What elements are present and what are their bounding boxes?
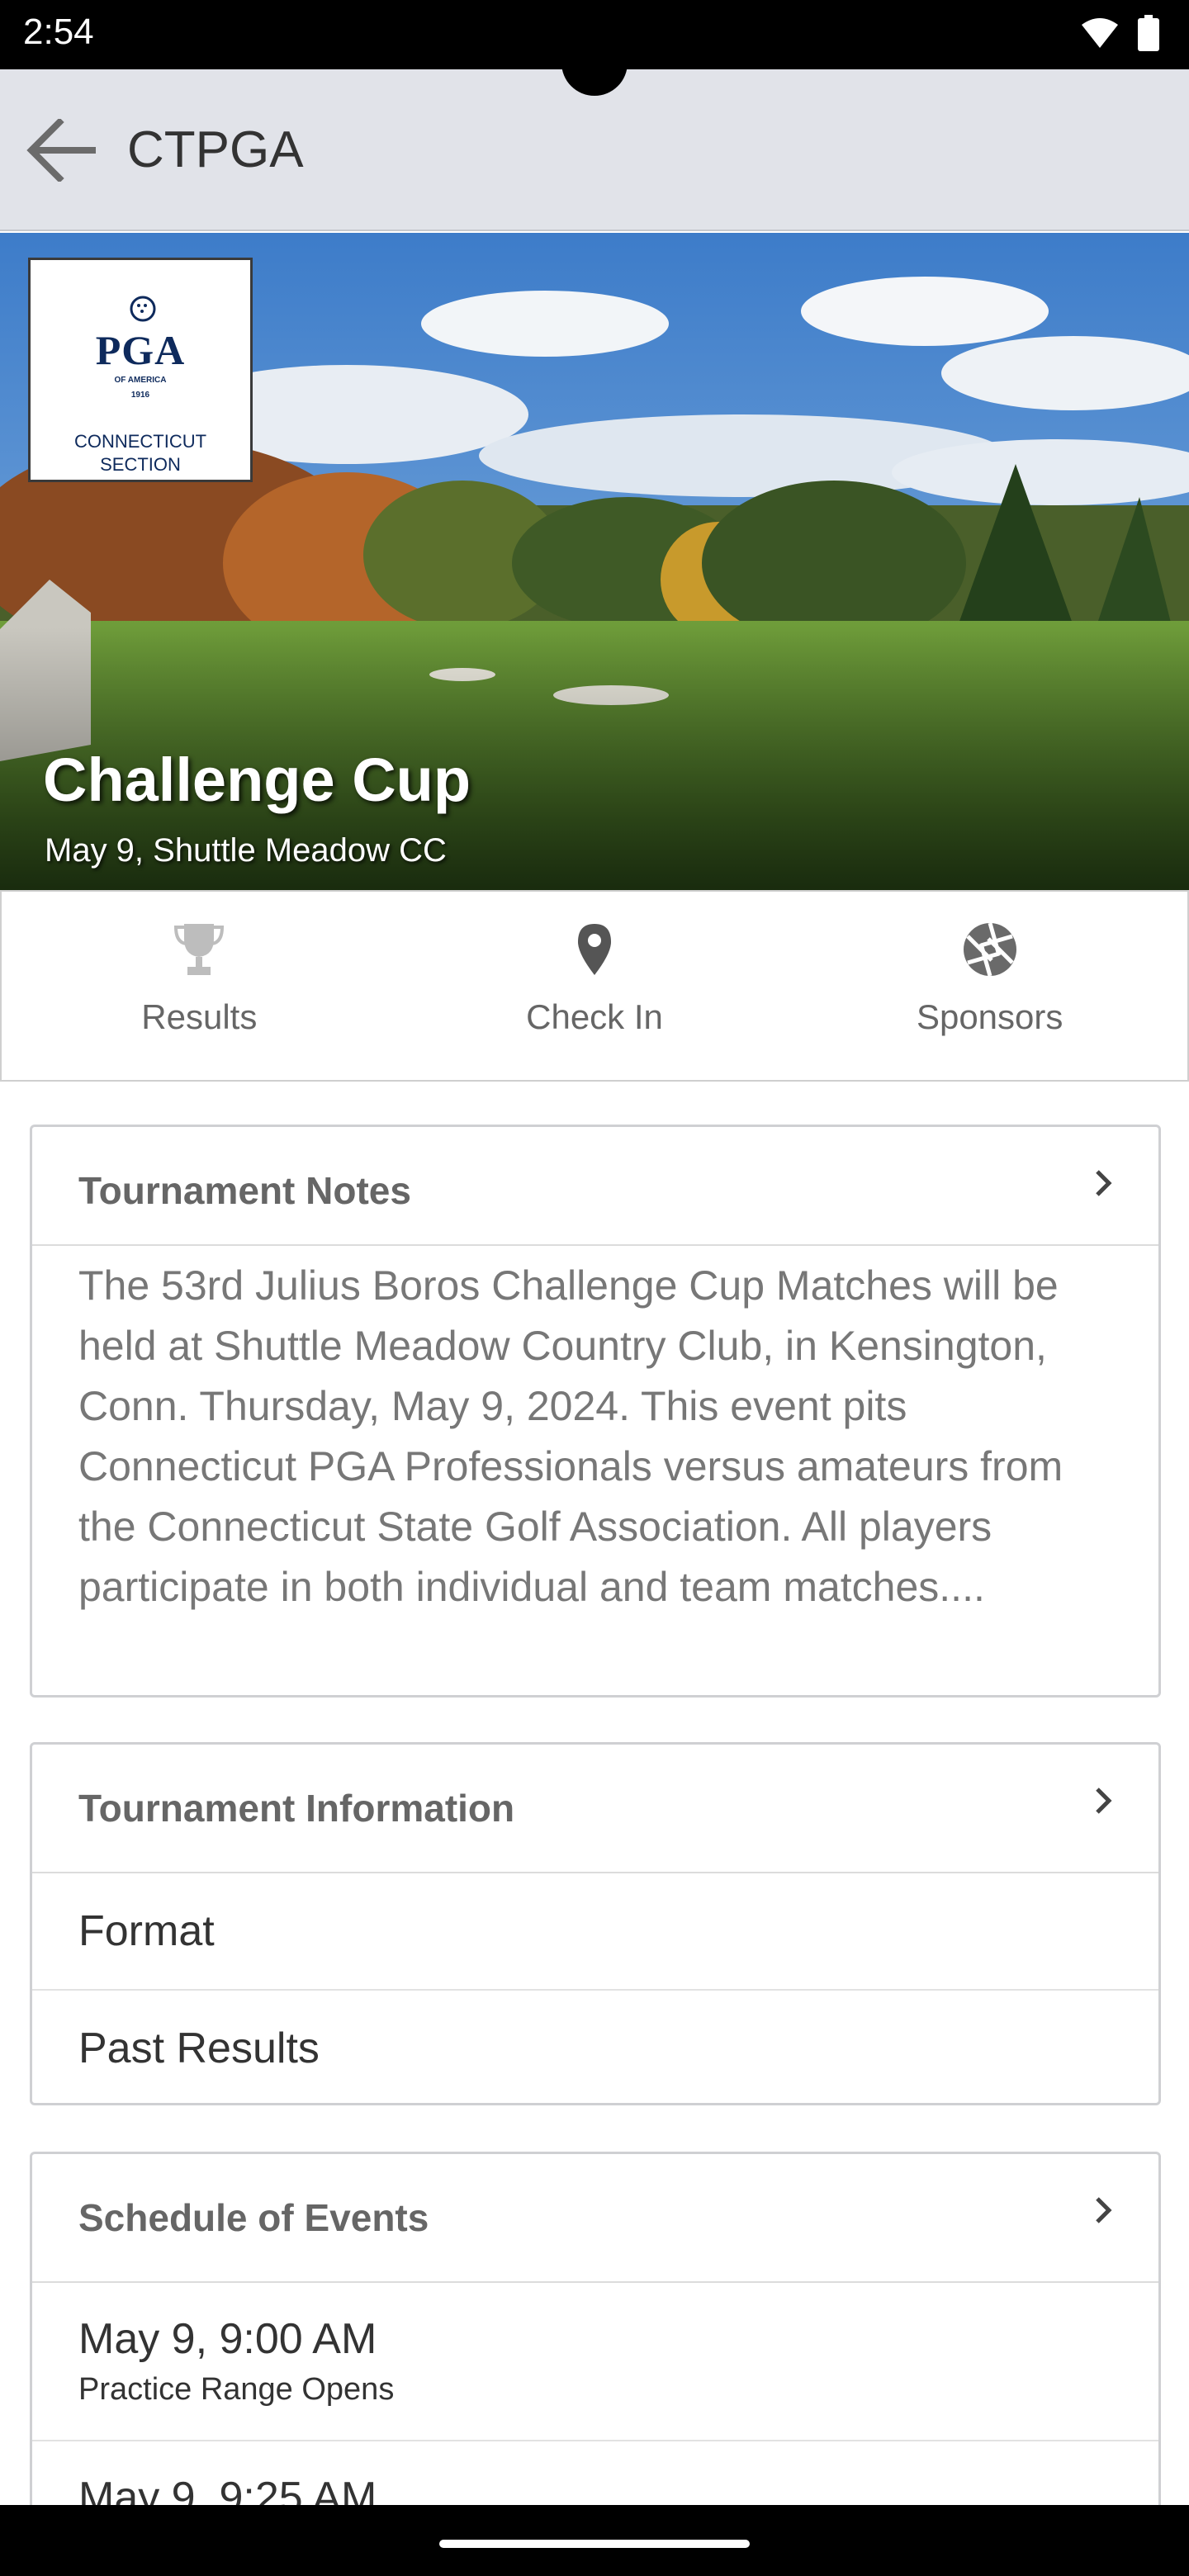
- info-item-label: Format: [78, 1907, 215, 1955]
- info-item-format[interactable]: Format: [32, 1873, 1158, 1991]
- logo-section-line2: SECTION: [100, 454, 181, 475]
- schedule-item[interactable]: May 9, 9:00 AM Practice Range Opens: [32, 2283, 1158, 2441]
- event-title: Challenge Cup: [43, 746, 471, 814]
- tab-results-label: Results: [141, 997, 258, 1036]
- card-header[interactable]: Schedule of Events: [32, 2154, 1158, 2283]
- card-header[interactable]: Tournament Information: [32, 1745, 1158, 1873]
- arrow-left-icon: [26, 116, 96, 186]
- tab-sponsors[interactable]: Sponsors: [792, 892, 1187, 1080]
- aperture-icon: [957, 916, 1023, 983]
- logo-section-line1: CONNECTICUT: [73, 431, 207, 452]
- card-title: Tournament Notes: [78, 1169, 411, 1212]
- tab-results[interactable]: Results: [2, 892, 397, 1080]
- hero-banner: PGA OF AMERICA 1916 CONNECTICUT SECTION …: [0, 233, 1189, 890]
- system-nav-bar: [0, 2505, 1189, 2576]
- logo-line2: 1916: [130, 391, 150, 400]
- trophy-icon: [166, 916, 232, 983]
- status-icons: [1080, 15, 1159, 55]
- event-subtitle: May 9, Shuttle Meadow CC: [45, 832, 447, 869]
- wifi-icon: [1080, 17, 1120, 54]
- back-button[interactable]: [21, 112, 101, 192]
- battery-icon: [1138, 15, 1159, 55]
- tournament-information-card: Tournament Information Format Past Resul…: [30, 1742, 1161, 2105]
- logo-mark: PGA: [95, 327, 186, 373]
- schedule-item-desc: Practice Range Opens: [78, 2372, 395, 2407]
- logo-section: CONNECTICUT SECTION: [31, 430, 250, 476]
- map-pin-icon: [561, 916, 628, 983]
- card-title: Schedule of Events: [78, 2196, 429, 2239]
- tournament-notes-card[interactable]: Tournament Notes The 53rd Julius Boros C…: [30, 1125, 1161, 1698]
- home-gesture-handle[interactable]: [439, 2540, 750, 2548]
- action-tabs: Results Check In Sponsors: [0, 890, 1189, 1082]
- card-title: Tournament Information: [78, 1787, 515, 1830]
- tab-check-in-label: Check In: [526, 997, 663, 1036]
- pga-connecticut-logo: PGA OF AMERICA 1916 CONNECTICUT SECTION: [28, 258, 253, 482]
- tab-check-in[interactable]: Check In: [397, 892, 793, 1080]
- info-item-label: Past Results: [78, 2024, 320, 2072]
- golf-ball-icon: [130, 296, 156, 322]
- chevron-right-icon: [1087, 1784, 1120, 1817]
- app-title: CTPGA: [127, 121, 304, 178]
- tab-sponsors-label: Sponsors: [916, 997, 1063, 1036]
- card-header[interactable]: Tournament Notes: [32, 1127, 1158, 1246]
- status-time: 2:54: [23, 12, 94, 52]
- chevron-right-icon: [1087, 2194, 1120, 2227]
- tournament-notes-text: The 53rd Julius Boros Challenge Cup Matc…: [78, 1262, 1063, 1610]
- info-item-past-results[interactable]: Past Results: [32, 1991, 1158, 2108]
- schedule-item-date: May 9, 9:00 AM: [78, 2315, 377, 2363]
- logo-line1: OF AMERICA: [114, 376, 167, 385]
- chevron-right-icon: [1087, 1167, 1120, 1200]
